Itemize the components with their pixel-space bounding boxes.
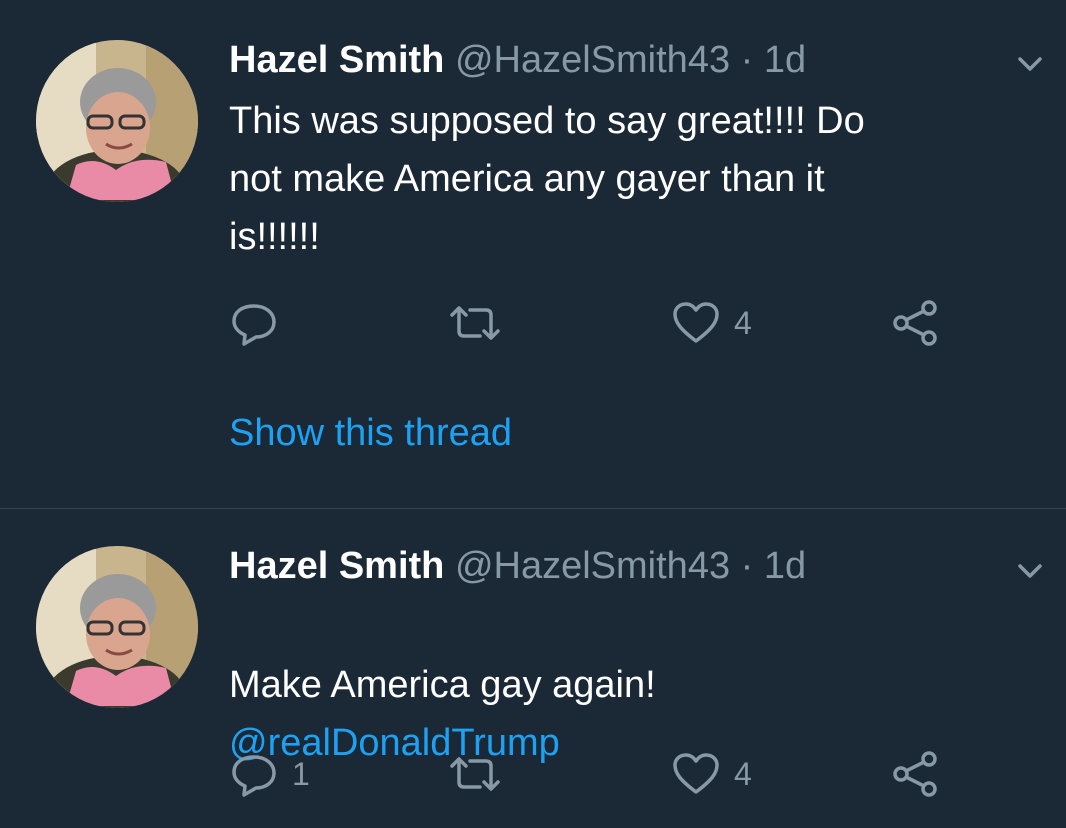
show-thread-link[interactable]: Show this thread [229,408,512,458]
author-handle[interactable]: @HazelSmith43 [455,39,730,81]
tweet-header: Hazel Smith @HazelSmith43 · 1d [229,543,806,589]
author-handle[interactable]: @HazelSmith43 [455,545,730,587]
share-button[interactable] [890,298,940,348]
like-count: 4 [734,304,752,341]
separator: · [740,545,754,587]
chevron-down-icon[interactable] [1012,52,1048,76]
avatar-image [36,546,198,708]
share-icon [893,751,937,797]
author-name[interactable]: Hazel Smith [229,545,444,587]
timeline: Hazel Smith @HazelSmith43 · 1d This was … [0,0,1066,828]
retweet-button[interactable] [448,298,516,348]
tweet[interactable]: Hazel Smith @HazelSmith43 · 1d This was … [0,0,1066,509]
retweet-icon [450,757,500,791]
tweet[interactable]: Hazel Smith @HazelSmith43 · 1d Make Amer… [0,509,1066,828]
tweet-header: Hazel Smith @HazelSmith43 · 1d [229,37,806,83]
reply-button[interactable] [230,298,292,348]
avatar-image [36,40,198,202]
retweet-button[interactable] [448,749,516,799]
heart-icon [673,753,719,794]
like-button[interactable]: 4 [672,749,752,799]
share-icon [893,300,937,346]
reply-button[interactable]: 1 [230,749,310,799]
timestamp[interactable]: 1d [764,545,806,587]
reply-icon [232,304,276,346]
reply-icon [232,755,276,797]
tweet-text: This was supposed to say great!!!! Do no… [229,100,865,258]
action-bar: 1 4 [0,749,1066,799]
heart-icon [673,302,719,343]
share-button[interactable] [890,749,940,799]
retweet-icon [450,306,500,340]
like-count: 4 [734,755,752,792]
author-name[interactable]: Hazel Smith [229,39,444,81]
like-button[interactable]: 4 [672,298,752,348]
reply-count: 1 [292,755,310,792]
tweet-text-body: Make America gay again! [229,664,656,706]
separator: · [740,39,754,81]
avatar[interactable] [36,546,198,708]
avatar[interactable] [36,40,198,202]
action-bar: 4 [0,298,1066,348]
timestamp[interactable]: 1d [764,39,806,81]
chevron-down-icon[interactable] [1012,559,1048,583]
